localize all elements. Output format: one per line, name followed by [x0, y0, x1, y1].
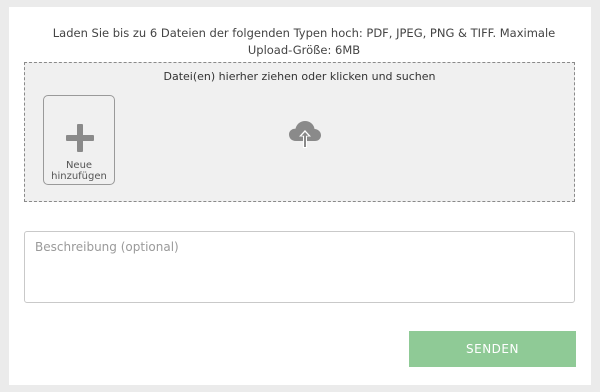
dropzone-instructions: Datei(en) hierher ziehen oder klicken un…	[163, 70, 436, 83]
plus-icon	[66, 124, 94, 152]
upload-info-text: Laden Sie bis zu 6 Dateien der folgenden…	[52, 26, 556, 57]
description-input[interactable]	[24, 231, 575, 303]
add-new-label: Neue hinzufügen	[44, 160, 114, 182]
file-dropzone[interactable]: Datei(en) hierher ziehen oder klicken un…	[24, 62, 575, 202]
add-new-label-line1: Neue	[65, 160, 93, 171]
upload-form-card: Laden Sie bis zu 6 Dateien der folgenden…	[9, 7, 591, 385]
add-new-file-button[interactable]: Neue hinzufügen	[43, 95, 115, 185]
cloud-upload-icon[interactable]	[287, 117, 323, 153]
send-button[interactable]: SENDEN	[409, 331, 576, 367]
add-new-label-line2: hinzufügen	[51, 171, 107, 182]
